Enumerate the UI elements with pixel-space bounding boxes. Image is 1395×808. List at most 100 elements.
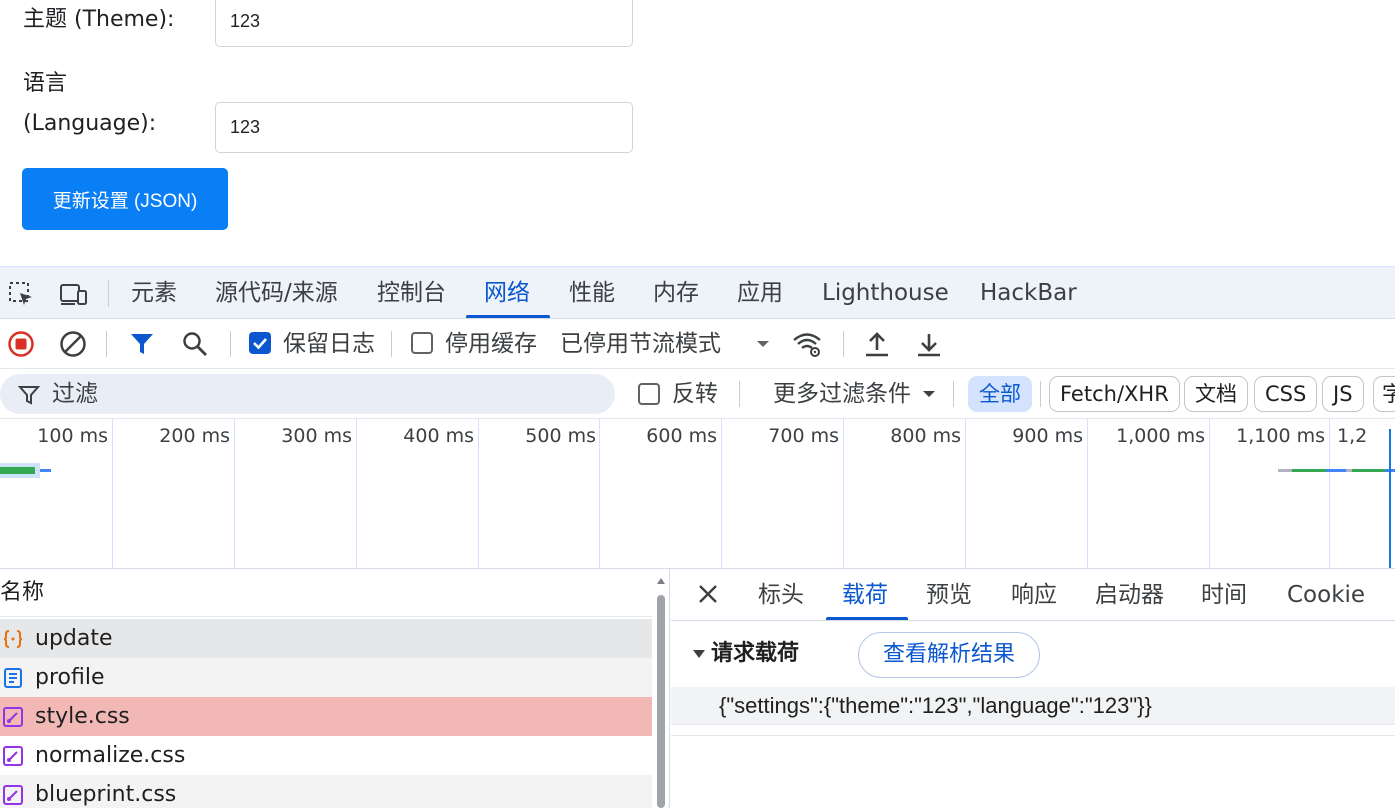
- chip-font[interactable]: 字: [1373, 376, 1395, 412]
- update-settings-button[interactable]: 更新设置 (JSON): [22, 168, 228, 230]
- timeline-gridline: [112, 419, 113, 568]
- invert-label[interactable]: 反转: [672, 369, 718, 419]
- theme-label: 主题 (Theme):: [23, 7, 175, 32]
- request-row-blueprint-css[interactable]: blueprint.css: [0, 775, 652, 808]
- tab-elements[interactable]: 元素: [131, 267, 177, 319]
- search-icon[interactable]: [178, 327, 212, 361]
- timeline-tick-label: 900 ms: [1012, 425, 1083, 447]
- filter-bar: 过滤 反转 更多过滤条件 全部 Fetch/XHR 文档 CSS JS 字: [0, 369, 1395, 419]
- tab-response[interactable]: 响应: [1011, 569, 1057, 621]
- network-conditions-icon[interactable]: [790, 327, 824, 361]
- tab-lighthouse[interactable]: Lighthouse: [822, 267, 949, 319]
- timeline-tick-label: 100 ms: [37, 425, 108, 447]
- scroll-up-arrow-icon[interactable]: [655, 575, 667, 587]
- timeline-tick-label: 1,100 ms: [1236, 425, 1325, 447]
- request-detail-panel: 标头 载荷 预览 响应 启动器 时间 Cookie 请求载荷 查看解析结果 {"…: [671, 569, 1395, 808]
- tab-sources[interactable]: 源代码/来源: [215, 267, 338, 319]
- tab-preview[interactable]: 预览: [926, 569, 972, 621]
- tab-memory[interactable]: 内存: [653, 267, 699, 319]
- device-toolbar-icon[interactable]: [56, 277, 90, 311]
- tab-network[interactable]: 网络: [484, 267, 530, 319]
- invert-checkbox[interactable]: [638, 383, 660, 405]
- timeline-request-bar: [1326, 469, 1346, 472]
- timeline-gridline: [599, 419, 600, 568]
- filterbar-divider: [953, 381, 954, 407]
- detail-tabbar: 标头 载荷 预览 响应 启动器 时间 Cookie: [671, 569, 1395, 621]
- tab-application[interactable]: 应用: [737, 267, 783, 319]
- tab-console[interactable]: 控制台: [377, 267, 446, 319]
- preserve-log-label[interactable]: 保留日志: [283, 319, 375, 369]
- toolbar-divider: [230, 331, 231, 357]
- export-har-icon[interactable]: [912, 327, 946, 361]
- timeline-request-bar: [1292, 469, 1326, 472]
- request-name: blueprint.css: [35, 782, 177, 807]
- timeline-tick-label: 500 ms: [525, 425, 596, 447]
- timeline-gridline: [1209, 419, 1210, 568]
- chip-doc[interactable]: 文档: [1184, 376, 1248, 412]
- payload-divider: [671, 735, 1395, 736]
- close-detail-button[interactable]: [697, 569, 719, 621]
- stylesheet-icon: [3, 746, 23, 766]
- request-row-update[interactable]: update: [0, 619, 652, 658]
- scrollbar-thumb[interactable]: [657, 595, 665, 808]
- timeline-tick-label: 400 ms: [403, 425, 474, 447]
- request-list-scrollbar[interactable]: [655, 575, 667, 808]
- network-toolbar: 保留日志 停用缓存 已停用节流模式: [0, 319, 1395, 369]
- filter-funnel-icon[interactable]: [125, 327, 159, 361]
- stop-recording-icon[interactable]: [4, 327, 38, 361]
- timeline-gridline: [356, 419, 357, 568]
- filterbar-divider: [739, 381, 740, 407]
- preserve-log-checkbox[interactable]: [249, 332, 271, 354]
- tab-performance[interactable]: 性能: [569, 267, 615, 319]
- devtools-panel: 元素 源代码/来源 控制台 网络 性能 内存 应用 Lighthouse Hac…: [0, 266, 1395, 808]
- view-parsed-button[interactable]: 查看解析结果: [858, 632, 1040, 678]
- name-column-header[interactable]: 名称: [0, 569, 652, 617]
- timeline-tick-label: 600 ms: [646, 425, 717, 447]
- filter-input[interactable]: 过滤: [0, 374, 615, 414]
- toolbar-divider: [391, 331, 392, 357]
- request-name: update: [35, 626, 113, 651]
- timeline-request-bar: [40, 469, 51, 472]
- chip-all[interactable]: 全部: [968, 376, 1032, 412]
- more-filters-dropdown[interactable]: 更多过滤条件: [773, 369, 911, 419]
- chevron-down-icon[interactable]: [746, 327, 780, 361]
- chevron-down-icon[interactable]: [912, 377, 946, 411]
- stylesheet-icon: [3, 785, 23, 805]
- inspect-element-icon[interactable]: [4, 277, 38, 311]
- collapse-triangle-icon[interactable]: [691, 646, 707, 662]
- chip-js[interactable]: JS: [1322, 376, 1364, 412]
- tab-cookies[interactable]: Cookie: [1287, 569, 1365, 621]
- request-row-profile[interactable]: profile: [0, 658, 652, 697]
- request-name: profile: [35, 665, 105, 690]
- request-name: style.css: [35, 704, 130, 729]
- request-payload-title[interactable]: 请求载荷: [711, 631, 799, 677]
- tab-headers[interactable]: 标头: [758, 569, 804, 621]
- tab-timing[interactable]: 时间: [1201, 569, 1247, 621]
- tab-hackbar[interactable]: HackBar: [980, 267, 1077, 319]
- timeline-tick-label: 300 ms: [281, 425, 352, 447]
- disable-cache-checkbox[interactable]: [411, 332, 433, 354]
- tabbar-divider: [108, 280, 109, 307]
- chip-fetch-xhr[interactable]: Fetch/XHR: [1049, 376, 1180, 412]
- timeline-tick-label: 1,2: [1337, 425, 1368, 447]
- request-name: normalize.css: [35, 743, 186, 768]
- request-list: 名称 update profile style.css normalize.cs…: [0, 569, 670, 808]
- import-har-icon[interactable]: [860, 327, 894, 361]
- language-input[interactable]: [215, 102, 633, 153]
- active-detail-tab-indicator: [826, 617, 908, 620]
- devtools-tabbar: 元素 源代码/来源 控制台 网络 性能 内存 应用 Lighthouse Hac…: [0, 267, 1395, 319]
- timeline-gridline: [1087, 419, 1088, 568]
- clear-icon[interactable]: [56, 327, 90, 361]
- filter-icon: [18, 386, 40, 405]
- timeline-tick-label: 1,000 ms: [1116, 425, 1205, 447]
- request-row-style-css[interactable]: style.css: [0, 697, 652, 736]
- timeline-tick-label: 800 ms: [890, 425, 961, 447]
- request-row-normalize-css[interactable]: normalize.css: [0, 736, 652, 775]
- tab-initiator[interactable]: 启动器: [1095, 569, 1164, 621]
- chip-css[interactable]: CSS: [1254, 376, 1318, 412]
- theme-input[interactable]: [215, 0, 633, 47]
- tab-payload[interactable]: 载荷: [842, 569, 888, 621]
- disable-cache-label[interactable]: 停用缓存: [445, 319, 537, 369]
- language-label-line2: (Language):: [23, 111, 157, 136]
- throttling-select[interactable]: 已停用节流模式: [560, 319, 721, 369]
